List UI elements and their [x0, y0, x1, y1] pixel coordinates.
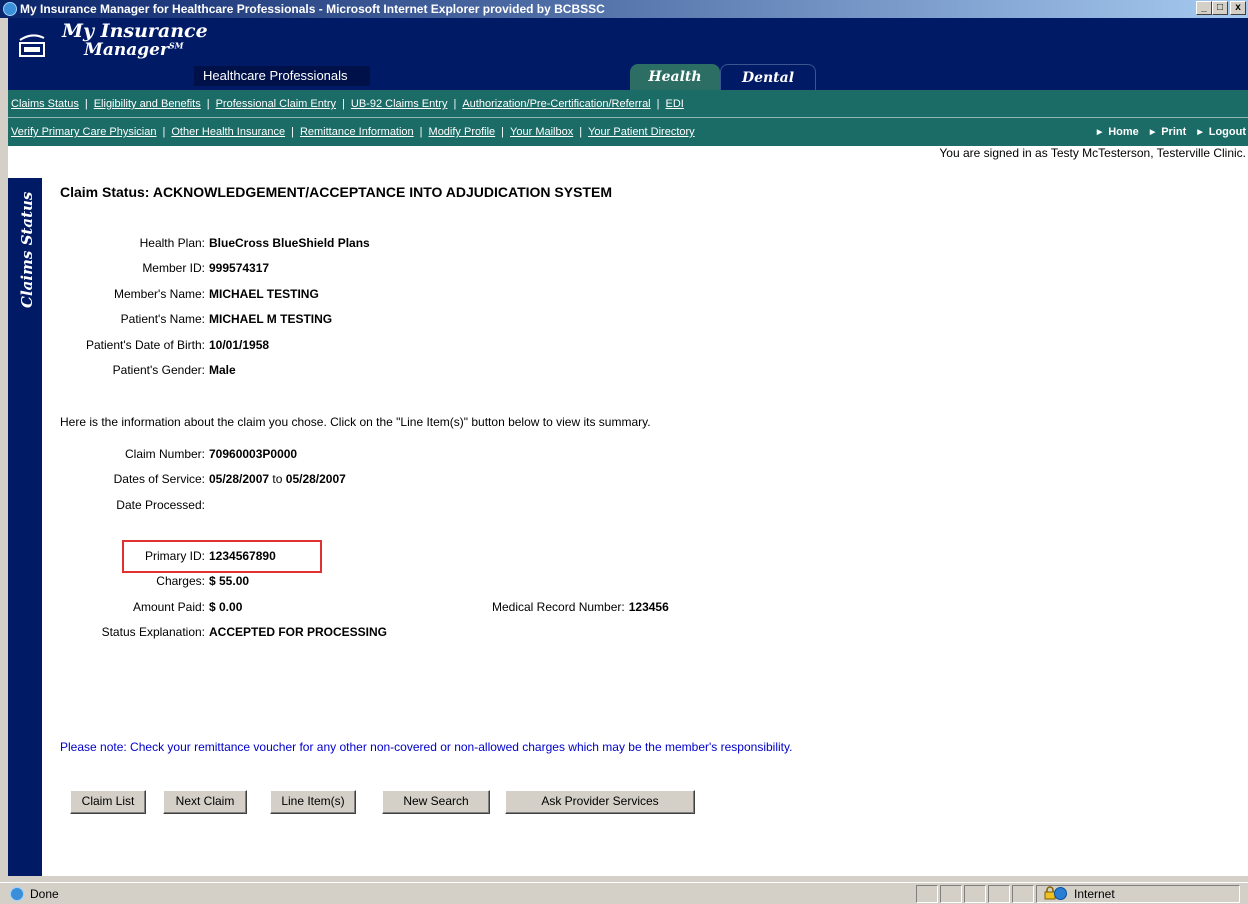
home-link[interactable]: ▶ Home: [1093, 126, 1139, 138]
charges-row: Charges: $ 55.00: [156, 574, 250, 588]
page-done-icon: [10, 887, 24, 901]
new-search-button[interactable]: New Search: [382, 790, 490, 814]
claim-number-row: Claim Number: 70960003P0000: [124, 447, 298, 461]
logo-text-line1: My Insurance: [62, 20, 208, 42]
nav-authorization[interactable]: Authorization/Pre-Certification/Referral: [462, 98, 650, 110]
window-title-bar: My Insurance Manager for Healthcare Prof…: [0, 0, 1248, 18]
dates-of-service-row: Dates of Service: 05/28/2007 to 05/28/200…: [113, 472, 346, 486]
next-claim-button[interactable]: Next Claim: [163, 790, 247, 814]
header-subtitle: Healthcare Professionals: [194, 66, 370, 86]
arrow-right-icon: ▶: [1096, 129, 1103, 136]
site-header: My Insurance ManagerSM Healthcare Profes…: [8, 18, 1248, 90]
arrow-right-icon: ▶: [1197, 129, 1203, 136]
window-controls: _ □ x: [1196, 1, 1246, 15]
page-title: Claim Status: ACKNOWLEDGEMENT/ACCEPTANCE…: [60, 184, 612, 200]
nav-your-mailbox[interactable]: Your Mailbox: [510, 126, 573, 138]
member-id-row: Member ID: 999574317: [142, 261, 270, 275]
nav-ub92-claims-entry[interactable]: UB-92 Claims Entry: [351, 98, 448, 110]
primary-id-highlight: [122, 540, 322, 573]
nav-modify-profile[interactable]: Modify Profile: [429, 126, 496, 138]
window-title: My Insurance Manager for Healthcare Prof…: [20, 2, 605, 16]
maximize-button[interactable]: □: [1212, 1, 1228, 15]
ie-icon: [3, 2, 17, 16]
close-button[interactable]: x: [1230, 1, 1246, 15]
minimize-button[interactable]: _: [1196, 1, 1212, 15]
responsibility-note: Please note: Check your remittance vouch…: [60, 740, 793, 754]
amount-paid-row: Amount Paid: $ 0.00: [132, 600, 243, 614]
line-items-button[interactable]: Line Item(s): [270, 790, 356, 814]
nav-claims-status[interactable]: Claims Status: [11, 98, 79, 110]
status-text: Done: [30, 887, 59, 901]
patient-name-row: Patient's Name: MICHAEL M TESTING: [120, 312, 333, 326]
utility-links: ▶ Home ▶ Print ▶ Logout: [1089, 118, 1246, 147]
health-plan-row: Health Plan: BlueCross BlueShield Plans: [139, 236, 370, 250]
logo-text-line2: ManagerSM: [84, 40, 184, 60]
keyboard-logo-icon: [19, 34, 45, 57]
sidebar-section-label: Claims Status: [18, 191, 36, 308]
section-sidebar: Claims Status: [8, 178, 42, 876]
status-pane: [1012, 885, 1034, 903]
date-processed-row: Date Processed:: [116, 498, 205, 512]
print-link[interactable]: ▶ Print: [1146, 126, 1186, 138]
medical-record-row: Medical Record Number: 123456: [492, 600, 669, 614]
logout-link[interactable]: ▶ Logout: [1193, 126, 1246, 138]
arrow-right-icon: ▶: [1149, 129, 1156, 136]
security-zone: Internet: [1074, 887, 1115, 901]
nav-remittance-information[interactable]: Remittance Information: [300, 126, 414, 138]
status-explanation-row: Status Explanation: ACCEPTED FOR PROCESSI…: [101, 625, 388, 639]
status-pane: [964, 885, 986, 903]
member-name-row: Member's Name: MICHAEL TESTING: [114, 287, 319, 301]
status-pane: [916, 885, 938, 903]
page-content: My Insurance ManagerSM Healthcare Profes…: [8, 18, 1248, 876]
secondary-nav: Verify Primary Care Physician | Other Heal…: [8, 118, 1248, 146]
status-pane: [940, 885, 962, 903]
patient-dob-row: Patient's Date of Birth: 10/01/1958: [85, 338, 270, 352]
claim-list-button[interactable]: Claim List: [70, 790, 146, 814]
nav-verify-pcp[interactable]: Verify Primary Care Physician: [11, 126, 157, 138]
tab-health[interactable]: Health: [630, 64, 720, 90]
browser-status-bar: Done Internet: [0, 882, 1248, 904]
svg-text:Claims Status: Claims Status: [18, 191, 36, 308]
primary-nav: Claims Status | Eligibility and Benefits | P…: [8, 90, 1248, 118]
nav-eligibility-benefits[interactable]: Eligibility and Benefits: [94, 98, 201, 110]
claim-info-text: Here is the information about the claim …: [60, 415, 651, 429]
signed-in-text: You are signed in as Testy McTesterson, …: [939, 146, 1246, 160]
nav-edi[interactable]: EDI: [666, 98, 684, 110]
nav-other-health-insurance[interactable]: Other Health Insurance: [171, 126, 285, 138]
globe-icon: [1054, 887, 1067, 900]
tab-dental[interactable]: Dental: [720, 64, 816, 90]
nav-patient-directory[interactable]: Your Patient Directory: [588, 126, 695, 138]
nav-professional-claim-entry[interactable]: Professional Claim Entry: [216, 98, 336, 110]
patient-gender-row: Patient's Gender: Male: [112, 363, 236, 377]
ask-provider-services-button[interactable]: Ask Provider Services: [505, 790, 695, 814]
status-pane: [988, 885, 1010, 903]
